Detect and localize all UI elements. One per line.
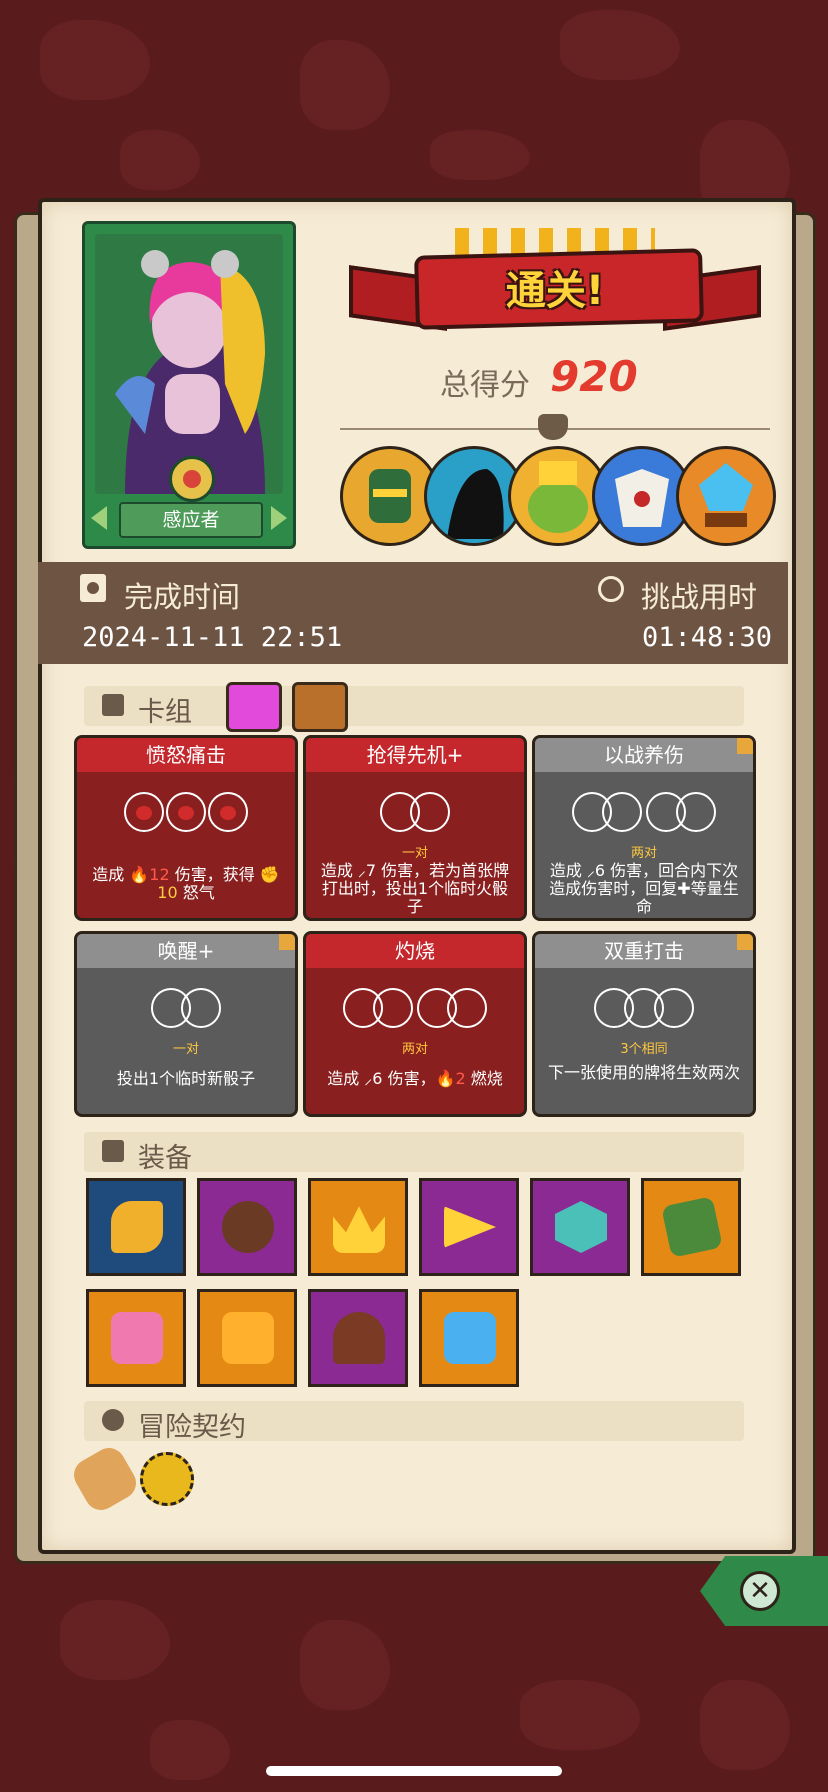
card-requirement: 两对 (630, 846, 657, 861)
green-slab-icon[interactable] (641, 1178, 741, 1276)
card-description: 造成 ⸝6 伤害，🔥2 燃烧 (327, 1069, 503, 1088)
card-requirement: 两对 (401, 1042, 428, 1057)
deck-header: 卡组 (84, 682, 744, 732)
victory-banner: 通关! (345, 228, 765, 348)
die-slot-icon (654, 988, 694, 1028)
hero-name: 感应者 (119, 502, 263, 538)
wooden-button-icon[interactable] (197, 1178, 297, 1276)
gem-golem-boss-icon[interactable] (676, 446, 776, 546)
deck-card[interactable]: 愤怒痛击 造成 🔥12 伤害，获得 ✊ 10 怒气 (74, 735, 298, 921)
box-icon (102, 1140, 124, 1162)
dice-requirement (306, 988, 524, 1036)
hero-card[interactable]: 感应者 (82, 221, 296, 549)
dice-requirement (535, 792, 753, 840)
cherry-die-icon (166, 792, 206, 832)
card-description: 投出1个临时新骰子 (116, 1069, 256, 1088)
score-label: 总得分 (440, 368, 530, 403)
home-indicator[interactable] (266, 1766, 562, 1776)
gold-coin-contract-icon[interactable] (140, 1452, 194, 1506)
fist-icon: ✊ (259, 865, 280, 884)
film-icon (80, 574, 106, 602)
card-title: 以战养伤 (535, 738, 753, 772)
equipment-label: 装备 (138, 1143, 192, 1174)
die-slot-icon (410, 792, 450, 832)
demon-mask-icon[interactable] (530, 1178, 630, 1276)
dice-requirement (77, 792, 295, 840)
dice-tab-icon[interactable] (226, 682, 282, 732)
arrow-right-icon[interactable] (271, 506, 287, 530)
card-requirement: 一对 (401, 846, 428, 861)
card-title: 双重打击 (535, 934, 753, 968)
card-title: 抢得先机+ (306, 738, 524, 772)
deck-card[interactable]: 灼烧 两对 造成 ⸝6 伤害，🔥2 燃烧 (303, 931, 527, 1117)
deck-card[interactable]: 以战养伤 两对 造成 ⸝6 伤害，回合内下次造成伤害时，回复✚等量生命 (532, 735, 756, 921)
score-value: 920 (550, 352, 638, 401)
card-description: 造成 ⸝7 伤害，若为首张牌打出时，投出1个临时火骰子 (320, 861, 510, 916)
deck-label: 卡组 (138, 697, 192, 728)
card-requirement: 一对 (172, 1042, 199, 1057)
burn-icon: 🔥 (435, 1069, 456, 1088)
banner-title: 通关! (505, 268, 605, 314)
skull-icon (538, 414, 568, 440)
golden-horn-icon[interactable] (86, 1178, 186, 1276)
die-slot-icon (447, 988, 487, 1028)
card-title: 灼烧 (306, 934, 524, 968)
cheese-wedge-icon[interactable] (419, 1178, 519, 1276)
hero-emblem-icon (169, 456, 215, 502)
stopwatch-icon (598, 576, 624, 602)
dice-requirement (306, 792, 524, 840)
person-icon (102, 1409, 124, 1431)
water-die-icon[interactable] (419, 1289, 519, 1387)
die-slot-icon (602, 792, 642, 832)
dice-requirement (77, 988, 295, 1036)
duration-value: 01:48:30 (642, 622, 773, 653)
spiral-tab-icon[interactable] (292, 682, 348, 732)
finish-time-label: 完成时间 (124, 580, 241, 614)
card-title: 唤醒+ (77, 934, 295, 968)
finish-time-value: 2024-11-11 22:51 (82, 622, 343, 653)
die-slot-icon (373, 988, 413, 1028)
card-description: 下一张使用的牌将生效两次 (547, 1063, 740, 1082)
card-title: 愤怒痛击 (77, 738, 295, 772)
deck-card[interactable]: 双重打击 3个相同 下一张使用的牌将生效两次 (532, 931, 756, 1117)
burning-stump-icon[interactable] (308, 1289, 408, 1387)
die-slot-icon (181, 988, 221, 1028)
cherry-die-icon (124, 792, 164, 832)
equipment-header: 装备 (84, 1132, 744, 1174)
golden-crown-icon[interactable] (308, 1178, 408, 1276)
fire-icon: 🔥 (129, 865, 150, 884)
arrow-left-icon[interactable] (91, 506, 107, 530)
die-slot-icon (676, 792, 716, 832)
close-icon[interactable]: ✕ (740, 1571, 780, 1611)
card-description: 造成 ⸝6 伤害，回合内下次造成伤害时，回复✚等量生命 (549, 861, 739, 916)
hero-name-bar: 感应者 (85, 498, 293, 538)
contract-label: 冒险契约 (138, 1412, 246, 1443)
hero-portrait (95, 234, 283, 494)
contract-header: 冒险契约 (84, 1401, 744, 1443)
boss-list (340, 446, 776, 546)
dice-requirement (535, 988, 753, 1036)
fire-cube-icon[interactable] (197, 1289, 297, 1387)
cards-icon (102, 694, 124, 716)
card-description: 造成 🔥12 伤害，获得 ✊ 10 怒气 (92, 865, 280, 902)
card-requirement: 3个相同 (620, 1042, 668, 1057)
cherry-die-icon (208, 792, 248, 832)
heart-box-icon[interactable] (86, 1289, 186, 1387)
deck-card[interactable]: 唤醒+ 一对 投出1个临时新骰子 (74, 931, 298, 1117)
duration-label: 挑战用时 (641, 580, 758, 614)
deck-card[interactable]: 抢得先机+ 一对 造成 ⸝7 伤害，若为首张牌打出时，投出1个临时火骰子 (303, 735, 527, 921)
